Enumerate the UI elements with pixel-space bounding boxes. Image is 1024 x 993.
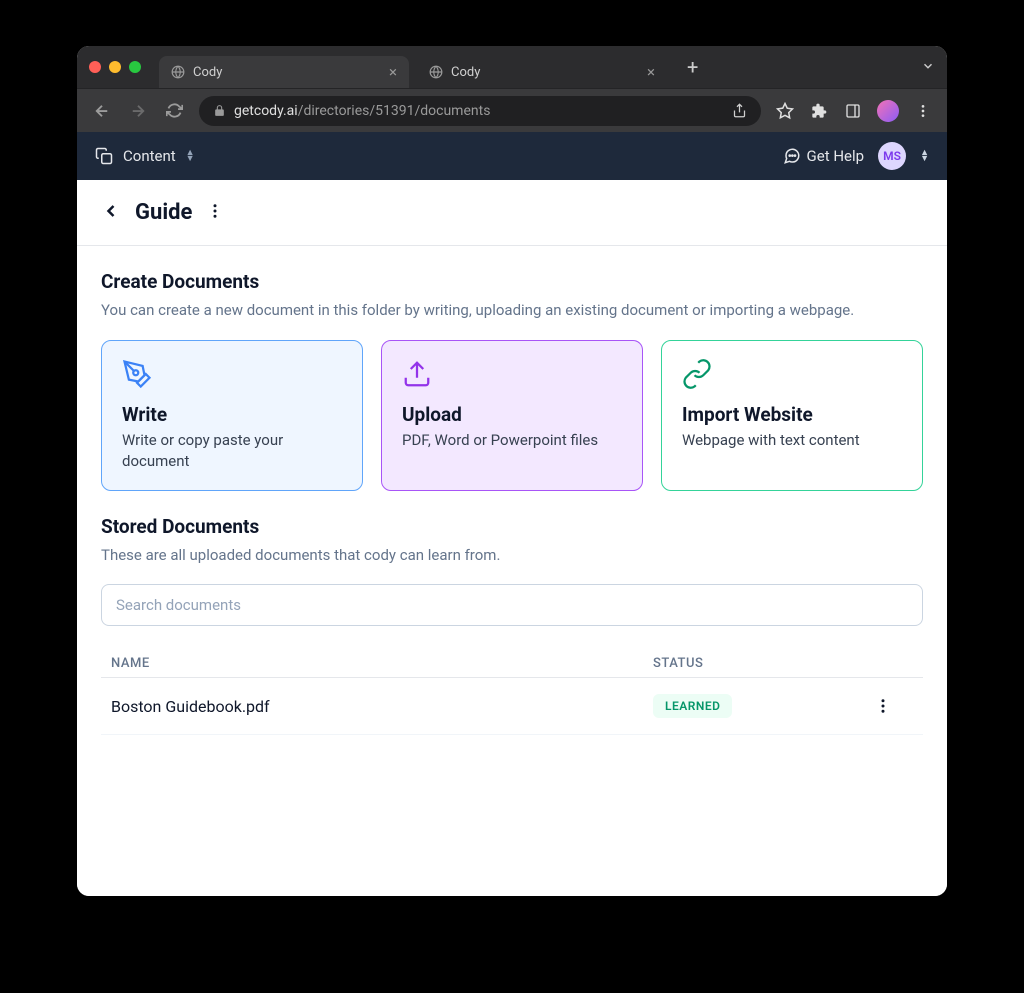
url-bar[interactable]: getcody.ai/directories/51391/documents xyxy=(199,96,761,126)
browser-window: Cody × Cody × + getcody.ai/directories/5… xyxy=(77,46,947,896)
window-titlebar: Cody × Cody × + xyxy=(77,46,947,88)
tab-title: Cody xyxy=(451,65,480,80)
create-subtext: You can create a new document in this fo… xyxy=(101,299,923,322)
copy-icon xyxy=(95,147,113,165)
share-icon[interactable] xyxy=(732,103,747,118)
content-dropdown[interactable]: Content ▲▼ xyxy=(95,147,195,165)
lock-icon xyxy=(213,104,226,117)
minimize-window-button[interactable] xyxy=(109,61,121,73)
back-chevron-icon[interactable] xyxy=(101,201,121,225)
stored-heading: Stored Documents xyxy=(101,515,923,538)
extensions-icon[interactable] xyxy=(809,101,829,121)
documents-table: NAME STATUS Boston Guidebook.pdf LEARNED xyxy=(101,650,923,735)
col-status: STATUS xyxy=(653,656,853,671)
sort-icon[interactable]: ▲▼ xyxy=(920,150,929,162)
card-desc: PDF, Word or Powerpoint files xyxy=(402,430,622,451)
chat-icon xyxy=(783,147,801,165)
new-tab-button[interactable]: + xyxy=(687,55,698,79)
back-button[interactable] xyxy=(91,100,113,122)
card-desc: Write or copy paste your document xyxy=(122,430,342,472)
browser-tab-inactive[interactable]: Cody × xyxy=(417,56,667,88)
tab-title: Cody xyxy=(193,65,222,80)
stored-subtext: These are all uploaded documents that co… xyxy=(101,544,923,567)
search-input[interactable] xyxy=(101,584,923,626)
write-card[interactable]: Write Write or copy paste your document xyxy=(101,340,363,491)
close-tab-icon[interactable]: × xyxy=(389,63,397,81)
breadcrumb: Guide xyxy=(77,180,947,246)
globe-icon xyxy=(429,65,443,79)
star-icon[interactable] xyxy=(775,101,795,121)
close-tab-icon[interactable]: × xyxy=(647,63,655,81)
tabs-overflow-button[interactable] xyxy=(921,58,935,77)
maximize-window-button[interactable] xyxy=(129,61,141,73)
card-desc: Webpage with text content xyxy=(682,430,902,451)
link-icon xyxy=(682,359,902,393)
page-menu-button[interactable] xyxy=(206,202,224,224)
panel-icon[interactable] xyxy=(843,101,863,121)
card-title: Import Website xyxy=(682,403,902,426)
profile-avatar[interactable] xyxy=(877,100,899,122)
get-help-link[interactable]: Get Help xyxy=(783,147,865,165)
sort-icon: ▲▼ xyxy=(186,150,195,162)
browser-tab-active[interactable]: Cody × xyxy=(159,56,409,88)
traffic-lights xyxy=(89,61,141,73)
browser-toolbar: getcody.ai/directories/51391/documents xyxy=(77,88,947,132)
app-bar: Content ▲▼ Get Help MS ▲▼ xyxy=(77,132,947,180)
stored-documents-section: Stored Documents These are all uploaded … xyxy=(77,515,947,760)
table-row: Boston Guidebook.pdf LEARNED xyxy=(101,678,923,735)
import-website-card[interactable]: Import Website Webpage with text content xyxy=(661,340,923,491)
page-content: Guide Create Documents You can create a … xyxy=(77,180,947,896)
row-menu-button[interactable] xyxy=(853,697,913,715)
status-badge: LEARNED xyxy=(653,694,732,718)
url-text: getcody.ai/directories/51391/documents xyxy=(234,103,490,119)
page-title: Guide xyxy=(135,200,192,225)
help-label: Get Help xyxy=(807,147,865,165)
create-documents-section: Create Documents You can create a new do… xyxy=(77,246,947,515)
forward-button[interactable] xyxy=(127,100,149,122)
user-avatar[interactable]: MS xyxy=(878,142,906,170)
content-label: Content xyxy=(123,147,176,165)
create-cards: Write Write or copy paste your document … xyxy=(101,340,923,491)
globe-icon xyxy=(171,65,185,79)
card-title: Upload xyxy=(402,403,622,426)
reload-button[interactable] xyxy=(163,100,185,122)
document-name[interactable]: Boston Guidebook.pdf xyxy=(111,697,653,716)
close-window-button[interactable] xyxy=(89,61,101,73)
table-header: NAME STATUS xyxy=(101,650,923,678)
pen-icon xyxy=(122,359,342,393)
upload-card[interactable]: Upload PDF, Word or Powerpoint files xyxy=(381,340,643,491)
upload-icon xyxy=(402,359,622,393)
create-heading: Create Documents xyxy=(101,270,923,293)
menu-icon[interactable] xyxy=(913,101,933,121)
card-title: Write xyxy=(122,403,342,426)
col-name: NAME xyxy=(111,656,653,671)
